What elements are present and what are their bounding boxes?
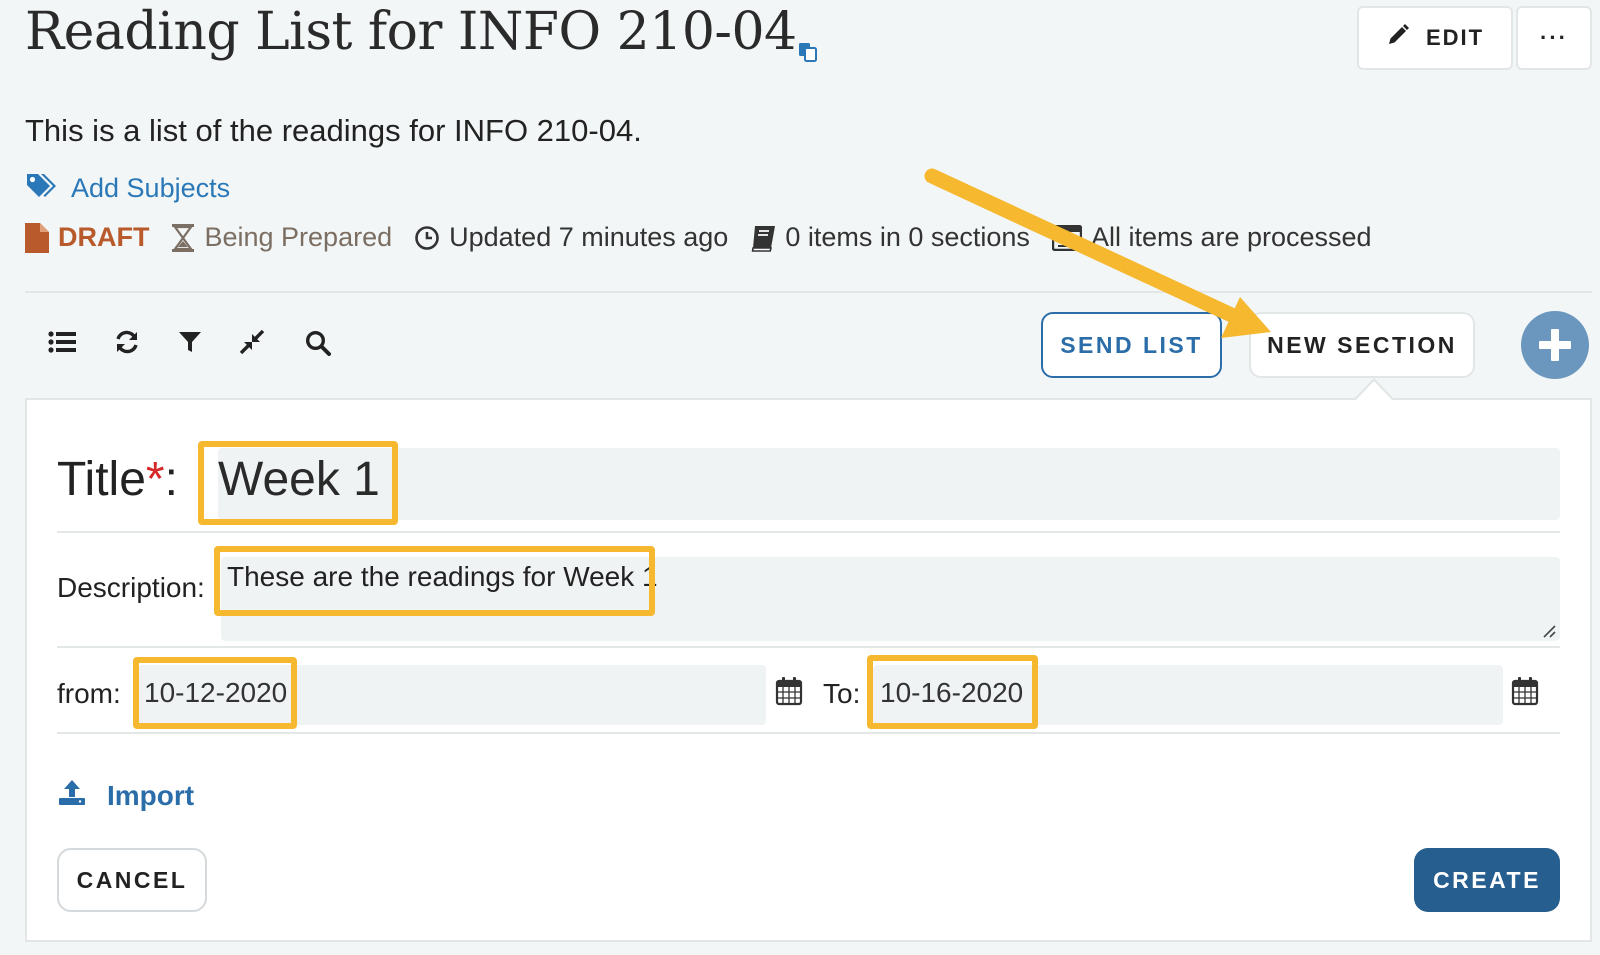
hourglass-icon (172, 223, 195, 252)
field-divider (57, 732, 1560, 734)
title-input[interactable] (218, 448, 1560, 520)
prepared-status: Being Prepared (171, 222, 392, 253)
title-field-label: Title*: (57, 452, 178, 507)
import-label: Import (107, 779, 195, 811)
items-count-label: 0 items in 0 sections (785, 222, 1030, 252)
description-highlight-box (214, 546, 655, 616)
add-subjects-label: Add Subjects (71, 173, 231, 203)
from-date-label: from: (57, 678, 121, 709)
processed-status: All items are processed (1051, 222, 1372, 253)
processed-label: All items are processed (1090, 222, 1372, 252)
clock-icon (415, 225, 439, 250)
edit-button-label: EDIT (1425, 25, 1485, 50)
field-divider (57, 531, 1560, 533)
items-count: 0 items in 0 sections (750, 222, 1030, 253)
to-date-label: To: (823, 678, 861, 709)
import-link[interactable]: Import (57, 778, 194, 813)
send-list-button[interactable]: SEND LIST (1041, 312, 1222, 378)
list-description: This is a list of the readings for INFO … (25, 113, 642, 148)
title-label-text: Title (57, 453, 146, 506)
field-divider (57, 646, 1560, 648)
from-calendar-icon[interactable] (775, 676, 803, 711)
add-item-button[interactable] (1521, 311, 1589, 379)
pencil-icon (1386, 23, 1410, 53)
header-divider (25, 291, 1592, 293)
prepared-label: Being Prepared (204, 222, 393, 252)
edit-button[interactable]: EDIT (1357, 6, 1513, 70)
tags-icon (25, 172, 57, 205)
draft-status: DRAFT (25, 222, 149, 253)
page-title: Reading List for INFO 210-04 (25, 2, 797, 62)
upload-icon (57, 778, 87, 813)
title-colon: : (164, 453, 178, 506)
plus-icon (1539, 329, 1571, 361)
create-button[interactable]: CREATE (1414, 848, 1560, 912)
updated-label: Updated 7 minutes ago (449, 222, 729, 252)
list-icon[interactable] (48, 330, 76, 359)
required-mark: * (145, 453, 165, 506)
search-icon[interactable] (305, 330, 331, 361)
add-subjects-link[interactable]: Add Subjects (25, 172, 230, 205)
cancel-button[interactable]: CANCEL (57, 848, 207, 912)
list-meta-row: DRAFT Being Prepared Updated 7 minutes a… (25, 222, 1372, 253)
collapse-icon[interactable] (239, 329, 265, 359)
filter-icon[interactable] (178, 330, 202, 359)
updated-status: Updated 7 minutes ago (414, 222, 728, 253)
copy-icon[interactable] (798, 42, 818, 67)
new-section-button[interactable]: NEW SECTION (1249, 312, 1475, 378)
to-calendar-icon[interactable] (1511, 676, 1539, 711)
to-date-highlight-box (867, 655, 1038, 729)
description-label: Description: (57, 572, 205, 603)
draft-label: DRAFT (58, 222, 150, 252)
from-date-highlight-box (133, 657, 297, 729)
tasks-icon (1051, 224, 1082, 251)
resize-handle-icon[interactable] (1542, 624, 1556, 643)
refresh-icon[interactable] (114, 330, 140, 359)
file-icon (25, 222, 49, 253)
more-options-button[interactable]: ··· (1516, 6, 1592, 70)
title-highlight-box (198, 441, 398, 525)
book-icon (752, 225, 776, 252)
